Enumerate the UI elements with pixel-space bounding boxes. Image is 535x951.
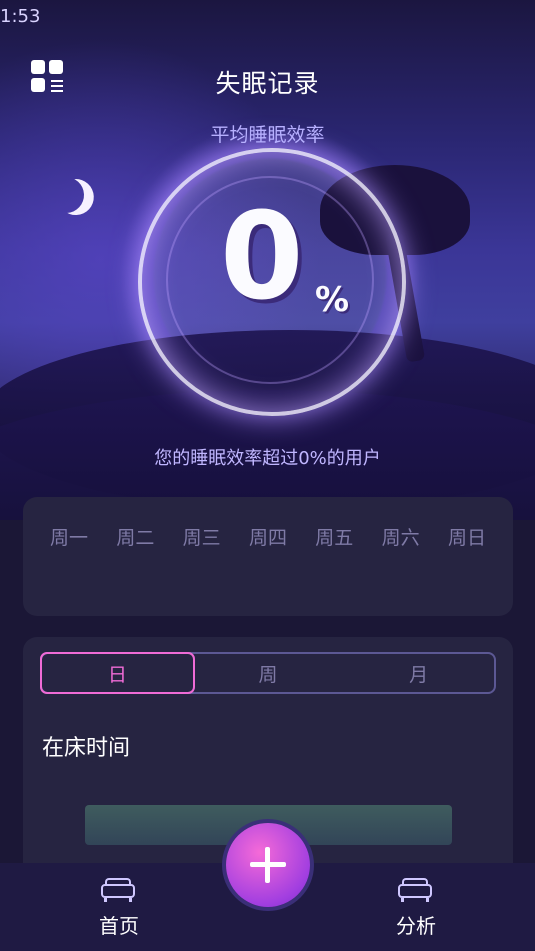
weekday-row: 周一 周二 周三 周四 周五 周六 周日 (39, 523, 497, 550)
weekday-sun[interactable]: 周日 (437, 523, 497, 550)
period-tabs: 日 周 月 (40, 652, 496, 694)
nav-home-label: 首页 (99, 914, 139, 938)
weekday-fri[interactable]: 周五 (304, 523, 364, 550)
status-time: 1:53 (0, 6, 41, 27)
bed-time-title: 在床时间 (42, 736, 131, 761)
weekday-sat[interactable]: 周六 (371, 523, 431, 550)
add-record-button[interactable] (226, 823, 310, 907)
tab-day[interactable]: 日 (40, 652, 195, 694)
weekday-thu[interactable]: 周四 (238, 523, 298, 550)
bed-icon (398, 876, 432, 902)
efficiency-unit: % (315, 280, 350, 320)
tab-week[interactable]: 周 (193, 654, 344, 692)
week-card: 周一 周二 周三 周四 周五 周六 周日 (23, 497, 513, 616)
efficiency-value: 0 (220, 188, 304, 327)
bed-icon (101, 876, 135, 902)
weekday-mon[interactable]: 周一 (39, 523, 99, 550)
weekday-wed[interactable]: 周三 (172, 523, 232, 550)
nav-analysis-label: 分析 (396, 914, 436, 938)
efficiency-label: 平均睡眠效率 (210, 124, 325, 146)
nav-analysis[interactable]: 分析 (356, 863, 476, 951)
weekday-tue[interactable]: 周二 (105, 523, 165, 550)
tab-month[interactable]: 月 (343, 654, 494, 692)
moon-icon (42, 171, 90, 219)
page-title: 失眠记录 (215, 69, 320, 98)
efficiency-exceed-text: 您的睡眠效率超过0%的用户 (154, 448, 381, 469)
nav-home[interactable]: 首页 (59, 863, 179, 951)
